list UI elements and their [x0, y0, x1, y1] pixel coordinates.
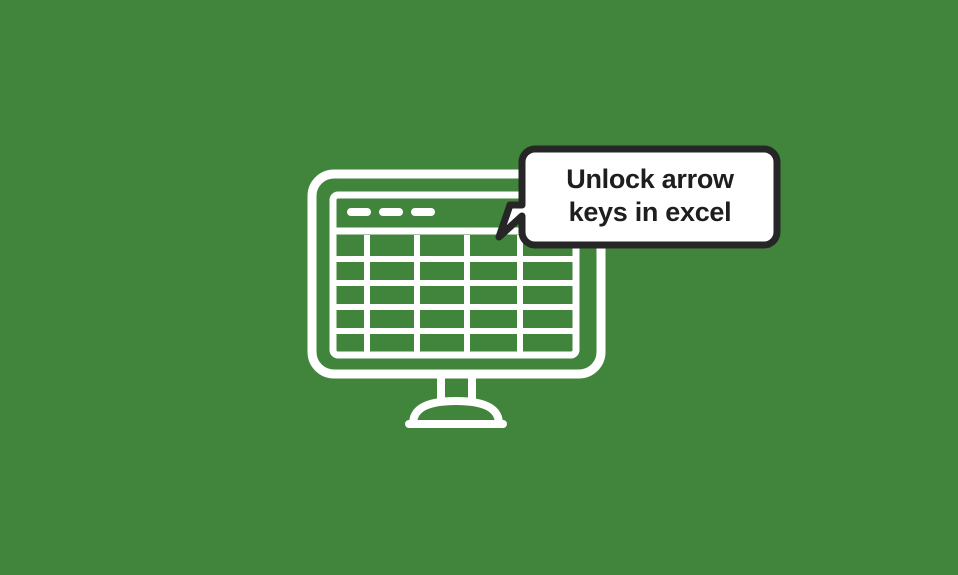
titlebar-dash-3: [411, 208, 435, 216]
titlebar-dashes: [347, 208, 435, 216]
titlebar-dash-2: [379, 208, 403, 216]
excel-monitor-illustration: [0, 0, 958, 575]
titlebar-dash-1: [347, 208, 371, 216]
illustration-canvas: Unlock arrow keys in excel: [0, 0, 958, 575]
background-rect: [0, 0, 958, 575]
speech-bubble-text: Unlock arrow keys in excel: [566, 164, 734, 227]
